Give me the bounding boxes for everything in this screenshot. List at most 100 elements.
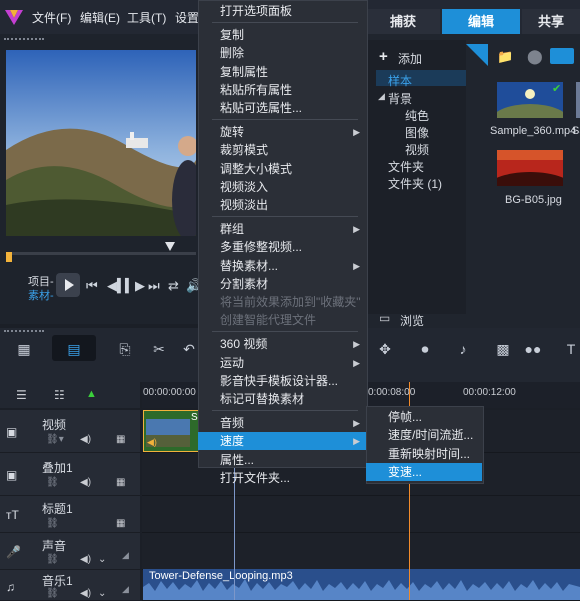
tree-item-solid[interactable]: 纯色 xyxy=(405,107,429,124)
context-menu-item[interactable]: 复制 xyxy=(198,26,366,44)
thumbnail-partial[interactable] xyxy=(576,82,580,118)
context-menu-item[interactable]: 删除 xyxy=(198,44,366,62)
play-button[interactable] xyxy=(56,273,80,297)
mute-icon[interactable]: ◀) xyxy=(80,554,91,565)
tree-item-background[interactable]: 背景 xyxy=(388,90,412,107)
tab-capture[interactable]: 捕获 xyxy=(366,9,440,35)
storyboard-view-icon[interactable]: ▦ xyxy=(13,338,35,360)
context-menu-item[interactable]: 速度 ▶ xyxy=(198,432,366,451)
volume-ramp-icon[interactable]: ◢ xyxy=(122,550,129,561)
thumbnail-label: Sample_360.mp4 xyxy=(490,125,577,137)
record-capture-icon[interactable]: ⎘ xyxy=(114,338,136,360)
mute-icon[interactable]: ◀) xyxy=(80,434,91,445)
context-menu-item-label: 将当前效果添加到"收藏夹" xyxy=(220,295,361,309)
tree-item-image[interactable]: 图像 xyxy=(405,124,429,141)
mode-clip-label[interactable]: 素材- xyxy=(28,287,54,303)
tree-item-sample[interactable]: 样本 xyxy=(388,72,412,89)
context-menu-item[interactable]: 粘贴可选属性... xyxy=(198,99,366,117)
fade-icon[interactable]: ⌄ xyxy=(98,588,106,599)
menu-file[interactable]: 文件(F) xyxy=(32,9,71,26)
fade-icon[interactable]: ⌄ xyxy=(98,554,106,565)
context-menu-item[interactable]: 视频淡出 xyxy=(198,196,366,214)
scrub-start-marker[interactable] xyxy=(6,252,12,262)
browse-icon[interactable]: ▭ xyxy=(379,311,390,325)
speed-submenu-item[interactable]: 变速... xyxy=(366,463,482,482)
ripple-icon[interactable]: ▦ xyxy=(116,518,125,529)
add-marker-icon[interactable]: ▲ xyxy=(86,388,97,400)
link-icon[interactable]: ⛓ xyxy=(46,554,59,565)
go-start-icon[interactable]: ⏮ xyxy=(86,278,98,294)
tab-edit[interactable]: 编辑 xyxy=(442,9,520,35)
ripple-icon[interactable]: ▦ xyxy=(116,477,125,488)
context-menu-item[interactable]: 视频淡入 xyxy=(198,178,366,196)
audio-clip[interactable]: Tower-Defense_Looping.mp3 xyxy=(143,569,580,600)
context-menu-item[interactable]: 多重修整视频... xyxy=(198,238,366,256)
context-menu-item[interactable]: 分割素材 xyxy=(198,275,366,293)
view-toggle-icon[interactable] xyxy=(550,48,574,64)
volume-ramp-icon[interactable]: ◢ xyxy=(122,584,129,595)
context-menu-item[interactable]: 调整大小模式 xyxy=(198,160,366,178)
speed-submenu-item[interactable]: 重新映射时间... xyxy=(366,445,482,463)
track-manager-icon[interactable]: ☰ xyxy=(16,388,27,402)
link-icon[interactable]: ⛓▾ xyxy=(46,434,64,445)
thumbnail-bg-b05[interactable] xyxy=(497,150,563,186)
context-menu-item[interactable]: 360 视频 ▶ xyxy=(198,335,366,353)
repeat-icon[interactable]: ⇄ xyxy=(168,278,179,294)
context-menu-item[interactable]: 旋转 ▶ xyxy=(198,123,366,141)
tools-icon[interactable]: ✂ xyxy=(148,338,170,360)
motion-track-icon[interactable]: ●● xyxy=(522,338,544,360)
audio-mixer-icon[interactable]: ♪ xyxy=(452,338,474,360)
context-menu-item[interactable]: 粘贴所有属性 xyxy=(198,81,366,99)
next-frame-icon[interactable]: ▍▶ xyxy=(125,278,145,294)
context-menu-item[interactable]: 标记可替换素材 xyxy=(198,390,366,408)
panel-grip[interactable] xyxy=(4,330,44,334)
context-menu-item-label: 视频淡出 xyxy=(220,198,269,212)
context-menu-item[interactable]: 打开选项面板 xyxy=(198,2,366,20)
subtitle-editor-icon[interactable]: T xyxy=(560,338,580,360)
link-icon[interactable]: ⛓ xyxy=(46,588,59,599)
speed-submenu-item[interactable]: 速度/时间流逝... xyxy=(366,426,482,444)
context-menu-item[interactable]: 替换素材... ▶ xyxy=(198,257,366,275)
prev-frame-icon[interactable]: ◀▍ xyxy=(107,278,127,294)
link-icon[interactable]: ⛓ xyxy=(46,477,59,488)
context-menu-item[interactable]: 影音快手模板设计器... xyxy=(198,372,366,390)
playhead-handle[interactable] xyxy=(165,242,175,251)
record-voice-icon[interactable]: ⏺ xyxy=(414,338,436,360)
context-menu-item[interactable]: 属性... xyxy=(198,451,366,469)
context-menu-item[interactable]: 音频 ▶ xyxy=(198,414,366,432)
menu-edit[interactable]: 编辑(E) xyxy=(80,9,120,26)
tab-share[interactable]: 共享 xyxy=(522,9,580,35)
tree-item-folder-1[interactable]: 文件夹 (1) xyxy=(388,175,442,192)
speed-submenu-item[interactable]: 停帧... xyxy=(366,408,482,426)
tree-item-folder[interactable]: 文件夹 xyxy=(388,158,424,175)
ripple-icon[interactable]: ▦ xyxy=(116,434,125,445)
title-track-area[interactable] xyxy=(142,496,580,533)
undo-icon[interactable]: ↶ xyxy=(178,338,200,360)
link-icon[interactable]: ⛓ xyxy=(46,518,59,529)
pan-zoom-icon[interactable]: ✥ xyxy=(374,338,396,360)
mute-icon[interactable]: ◀) xyxy=(80,588,91,599)
media-filter-icon[interactable]: ⬤ xyxy=(527,48,543,65)
add-icon[interactable]: + xyxy=(379,48,388,65)
mute-icon[interactable]: ◀) xyxy=(80,477,91,488)
context-menu-item[interactable]: 复制属性 xyxy=(198,63,366,81)
add-folder-button[interactable]: 添加 xyxy=(398,50,422,67)
voice-track-area[interactable] xyxy=(142,533,580,570)
video-clip[interactable]: S ◀) xyxy=(143,410,199,452)
context-menu-item[interactable]: 打开文件夹... xyxy=(198,469,366,487)
chapter-point-icon[interactable]: ☷ xyxy=(54,388,65,402)
menu-tools[interactable]: 工具(T) xyxy=(127,9,166,26)
multi-camera-icon[interactable]: ▩ xyxy=(492,338,514,360)
browse-button[interactable]: 浏览 xyxy=(400,312,424,329)
menu-settings[interactable]: 设置 xyxy=(175,9,199,26)
tree-item-video[interactable]: 视频 xyxy=(405,141,429,158)
scrub-bar[interactable] xyxy=(6,252,196,255)
context-menu-item[interactable]: 运动 ▶ xyxy=(198,354,366,372)
context-menu-item[interactable]: 裁剪模式 xyxy=(198,141,366,159)
import-folder-icon[interactable]: 📁 xyxy=(497,49,513,65)
context-menu-item[interactable]: 群组 ▶ xyxy=(198,220,366,238)
go-end-icon[interactable]: ⏭ xyxy=(148,278,160,294)
panel-grip[interactable] xyxy=(4,38,44,44)
tree-expand-icon[interactable]: ◢ xyxy=(378,91,385,102)
library-pin-icon[interactable] xyxy=(466,44,488,66)
